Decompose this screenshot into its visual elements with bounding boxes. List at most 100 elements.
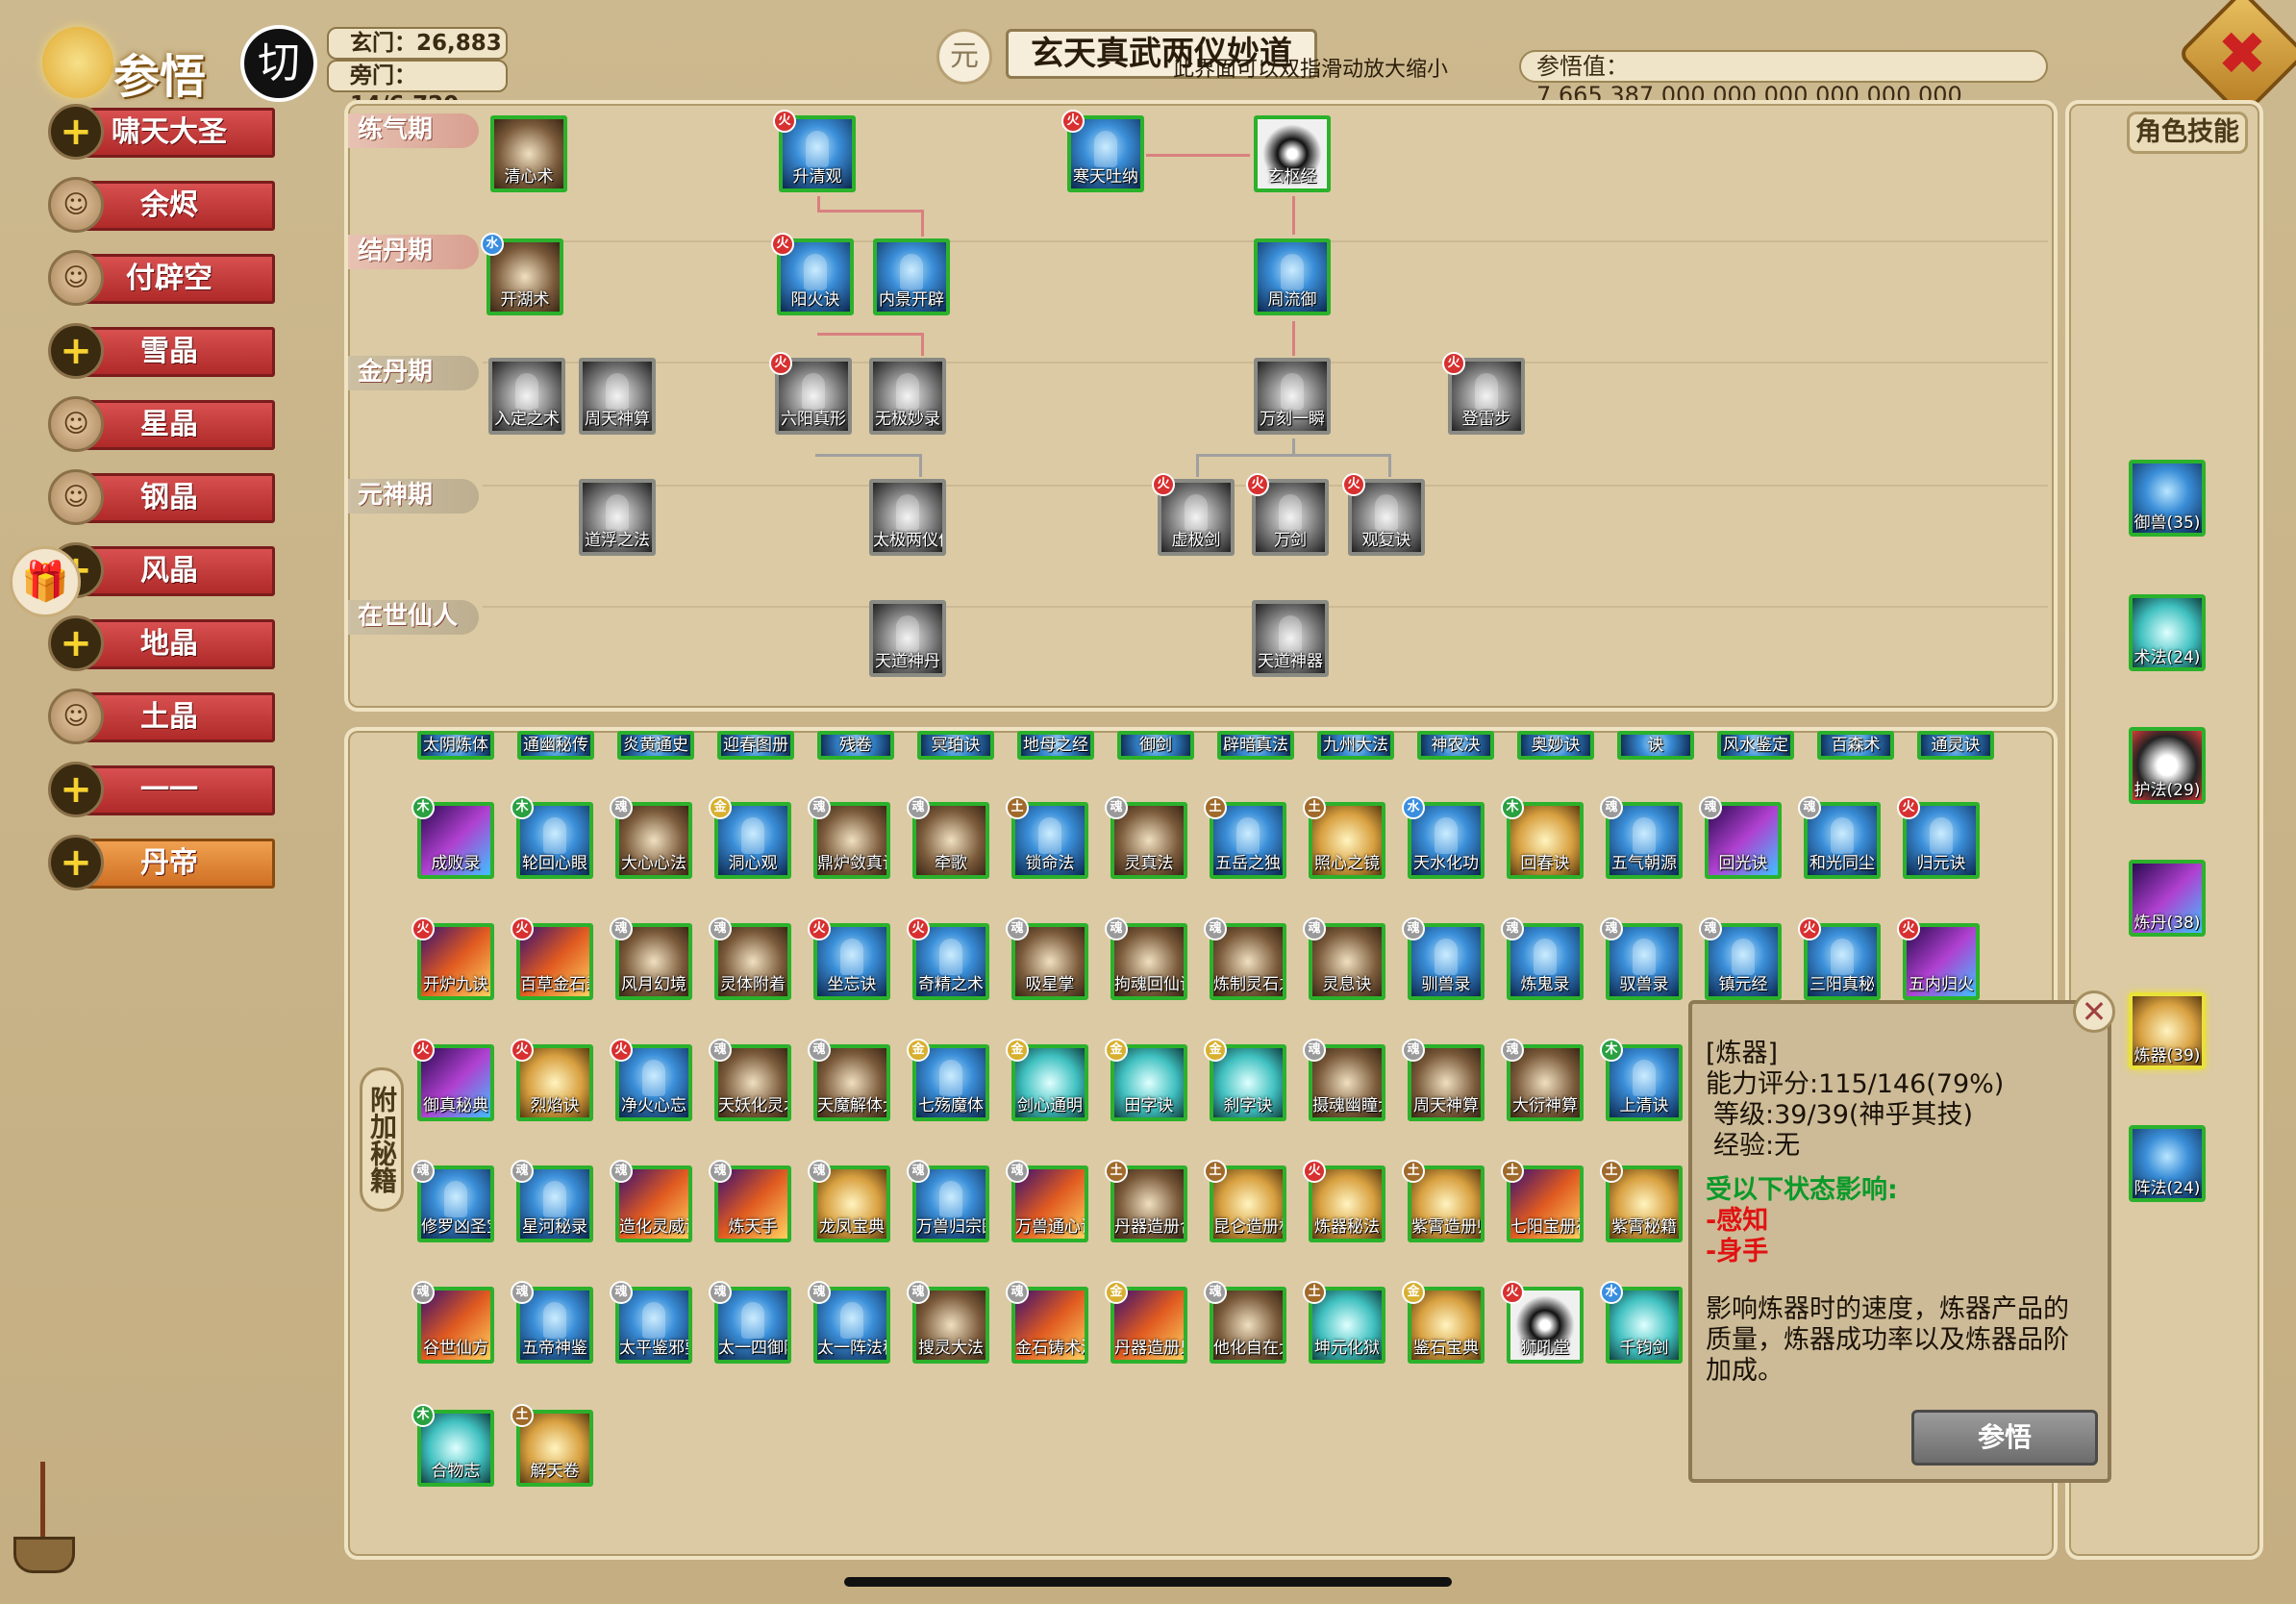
secret-book-icon[interactable]: 冥珀诀 bbox=[917, 731, 994, 760]
secret-book-icon[interactable]: 万兽通心诀 魂 bbox=[1006, 1160, 1088, 1242]
secret-book-icon[interactable]: 千钧剑 水 bbox=[1600, 1281, 1683, 1364]
secret-book-icon[interactable]: 紫霄造册归藏 土 bbox=[1402, 1160, 1485, 1242]
element-ring-icon[interactable]: 元 bbox=[936, 29, 992, 85]
secret-book-icon[interactable]: 天魔解体大法 魂 bbox=[808, 1039, 890, 1121]
secret-book-icon[interactable]: 太一阵法秘要 魂 bbox=[808, 1281, 890, 1364]
dao-skill-node[interactable]: 天道神器 bbox=[1252, 600, 1329, 677]
secret-book-icon[interactable]: 五岳之独 土 bbox=[1204, 796, 1286, 879]
secret-book-icon[interactable]: 太阴炼体 bbox=[417, 731, 494, 760]
secret-book-icon[interactable]: 奥妙诀 bbox=[1517, 731, 1594, 760]
sidebar-item[interactable]: 啸天大圣 + bbox=[48, 104, 277, 160]
secret-book-icon[interactable]: 上清诀 木 bbox=[1600, 1039, 1683, 1121]
dao-skill-node[interactable]: 升清观 火 bbox=[773, 110, 856, 192]
secret-book-icon[interactable]: 七殇魔体 金 bbox=[907, 1039, 989, 1121]
sidebar-item[interactable]: 钢晶 ☺ bbox=[48, 469, 277, 525]
secret-book-icon[interactable]: 鼎炉敛真诀 魂 bbox=[808, 796, 890, 879]
secret-book-icon[interactable]: 净火心忘 火 bbox=[610, 1039, 692, 1121]
sidebar-item[interactable]: 余烬 ☺ bbox=[48, 177, 277, 233]
dao-skill-node[interactable]: 周流御 bbox=[1254, 238, 1331, 315]
secret-book-icon[interactable]: 炎黄通史 bbox=[617, 731, 694, 760]
secret-book-icon[interactable]: 锁命法 土 bbox=[1006, 796, 1088, 879]
dao-skill-node[interactable]: 清心术 bbox=[490, 115, 567, 192]
secret-book-icon[interactable]: 灵真法 魂 bbox=[1105, 796, 1187, 879]
secret-book-icon[interactable]: 坤元化狱 土 bbox=[1303, 1281, 1385, 1364]
secret-book-icon[interactable]: 大衍神算 魂 bbox=[1501, 1039, 1584, 1121]
sidebar-item[interactable]: 风晶+ bbox=[48, 542, 277, 598]
secret-book-icon[interactable]: 驭兽录 魂 bbox=[1600, 917, 1683, 1000]
secret-book-icon[interactable]: 昆仑造册机关 土 bbox=[1204, 1160, 1286, 1242]
dao-skill-node[interactable]: 万剑 火 bbox=[1246, 473, 1329, 556]
popup-close-icon[interactable]: ✕ bbox=[2073, 990, 2115, 1033]
secret-book-icon[interactable]: 百森术 bbox=[1817, 731, 1894, 760]
secret-book-icon[interactable]: 御真秘典 火 bbox=[412, 1039, 494, 1121]
dao-skill-node[interactable]: 阳火诀 火 bbox=[771, 233, 854, 315]
dao-skill-node[interactable]: 天道神丹 bbox=[869, 600, 946, 677]
secret-book-icon[interactable]: 金石铸术注 魂 bbox=[1006, 1281, 1088, 1364]
character-skill-button[interactable]: 阵法(24) bbox=[2129, 1125, 2206, 1202]
secret-book-icon[interactable]: 炼器秘法 火 bbox=[1303, 1160, 1385, 1242]
secret-book-icon[interactable]: 诀 bbox=[1617, 731, 1694, 760]
secret-book-icon[interactable]: 五帝神鉴 魂 bbox=[511, 1281, 593, 1364]
dao-skill-node[interactable]: 虚极剑 火 bbox=[1152, 473, 1235, 556]
secret-book-icon[interactable]: 九州大法 bbox=[1317, 731, 1394, 760]
secret-book-icon[interactable]: 五内归火 火 bbox=[1897, 917, 1980, 1000]
secret-book-icon[interactable]: 成败录 木 bbox=[412, 796, 494, 879]
secret-book-icon[interactable]: 鉴石宝典 金 bbox=[1402, 1281, 1485, 1364]
character-skill-button[interactable]: 护法(29) bbox=[2129, 727, 2206, 804]
character-skill-button[interactable]: 炼器(39) bbox=[2129, 992, 2206, 1069]
secret-book-icon[interactable]: 神农决 bbox=[1417, 731, 1494, 760]
secret-book-icon[interactable]: 地母之经 bbox=[1017, 731, 1094, 760]
dao-skill-node[interactable]: 无极妙录 bbox=[869, 358, 946, 435]
secret-book-icon[interactable]: 龙凤宝典 魂 bbox=[808, 1160, 890, 1242]
secret-book-icon[interactable]: 奇精之术 火 bbox=[907, 917, 989, 1000]
dao-skill-node[interactable]: 道浮之法 bbox=[579, 479, 656, 556]
secret-book-icon[interactable]: 大心心法 魂 bbox=[610, 796, 692, 879]
secret-book-icon[interactable]: 谷世仙方 魂 bbox=[412, 1281, 494, 1364]
secret-book-icon[interactable]: 太平鉴邪要册 魂 bbox=[610, 1281, 692, 1364]
dao-skill-node[interactable]: 登雷步 火 bbox=[1442, 352, 1525, 435]
secret-book-icon[interactable]: 七阳宝册神农 土 bbox=[1501, 1160, 1584, 1242]
secret-book-icon[interactable]: 牵歌 魂 bbox=[907, 796, 989, 879]
secret-book-icon[interactable]: 灵体附着 魂 bbox=[709, 917, 791, 1000]
secret-book-icon[interactable]: 万兽归宗图籍图册 魂 bbox=[907, 1160, 989, 1242]
secret-book-icon[interactable]: 拘魂回仙诀 魂 bbox=[1105, 917, 1187, 1000]
character-skill-button[interactable]: 御兽(35) bbox=[2129, 460, 2206, 537]
secret-book-icon[interactable]: 解天卷 土 bbox=[511, 1404, 593, 1487]
secret-book-icon[interactable]: 田字诀 金 bbox=[1105, 1039, 1187, 1121]
secret-book-icon[interactable]: 星河秘录 魂 bbox=[511, 1160, 593, 1242]
sidebar-item[interactable]: 一一 + bbox=[48, 762, 277, 817]
secret-book-icon[interactable]: 回春诀 木 bbox=[1501, 796, 1584, 879]
secret-book-icon[interactable]: 照心之镜 土 bbox=[1303, 796, 1385, 879]
sidebar-item[interactable]: 地晶 + bbox=[48, 615, 277, 671]
sidebar-item[interactable]: 土晶 ☺ bbox=[48, 689, 277, 744]
secret-book-icon[interactable]: 剑心通明 金 bbox=[1006, 1039, 1088, 1121]
sidebar-item[interactable]: 雪晶 + bbox=[48, 323, 277, 379]
gift-icon[interactable]: 🎁 bbox=[10, 546, 81, 617]
secret-book-icon[interactable]: 丹器造册鬼手 金 bbox=[1105, 1281, 1187, 1364]
home-indicator[interactable] bbox=[844, 1577, 1452, 1587]
dao-skill-node[interactable]: 入定之术 bbox=[488, 358, 565, 435]
secret-book-icon[interactable]: 吸星掌 魂 bbox=[1006, 917, 1088, 1000]
dao-skill-node[interactable]: 观复诀 火 bbox=[1342, 473, 1425, 556]
secret-book-icon[interactable]: 和光同尘 魂 bbox=[1798, 796, 1881, 879]
secret-book-icon[interactable]: 狮吼堂 火 bbox=[1501, 1281, 1584, 1364]
secret-book-icon[interactable]: 通灵诀 bbox=[1917, 731, 1994, 760]
dao-skill-node[interactable]: 内景开辟 bbox=[873, 238, 950, 315]
sidebar-item[interactable]: 丹帝 + bbox=[48, 835, 277, 890]
secret-book-icon[interactable]: 摄魂幽瞳大法 魂 bbox=[1303, 1039, 1385, 1121]
character-skill-button[interactable]: 炼丹(38) bbox=[2129, 860, 2206, 937]
secret-book-icon[interactable]: 风月幻境 魂 bbox=[610, 917, 692, 1000]
dao-skill-node[interactable]: 玄枢经 bbox=[1254, 115, 1331, 192]
dao-skill-node[interactable]: 周天神算 bbox=[579, 358, 656, 435]
secret-book-icon[interactable]: 洞心观 金 bbox=[709, 796, 791, 879]
secret-book-icon[interactable]: 周天神算 魂 bbox=[1402, 1039, 1485, 1121]
secret-book-icon[interactable]: 紫霄秘籍 土 bbox=[1600, 1160, 1683, 1242]
secret-book-icon[interactable]: 坐忘诀 火 bbox=[808, 917, 890, 1000]
sidebar-item[interactable]: 付辟空 ☺ bbox=[48, 250, 277, 306]
secret-book-icon[interactable]: 通幽秘传 bbox=[517, 731, 594, 760]
secret-book-icon[interactable]: 三阳真秘 火 bbox=[1798, 917, 1881, 1000]
canwu-button[interactable]: 参悟 bbox=[1911, 1410, 2098, 1466]
secret-book-icon[interactable]: 迎春图册 bbox=[717, 731, 794, 760]
secret-book-icon[interactable]: 丹器造册合炼 土 bbox=[1105, 1160, 1187, 1242]
sidebar-item[interactable]: 星晶 ☺ bbox=[48, 396, 277, 452]
